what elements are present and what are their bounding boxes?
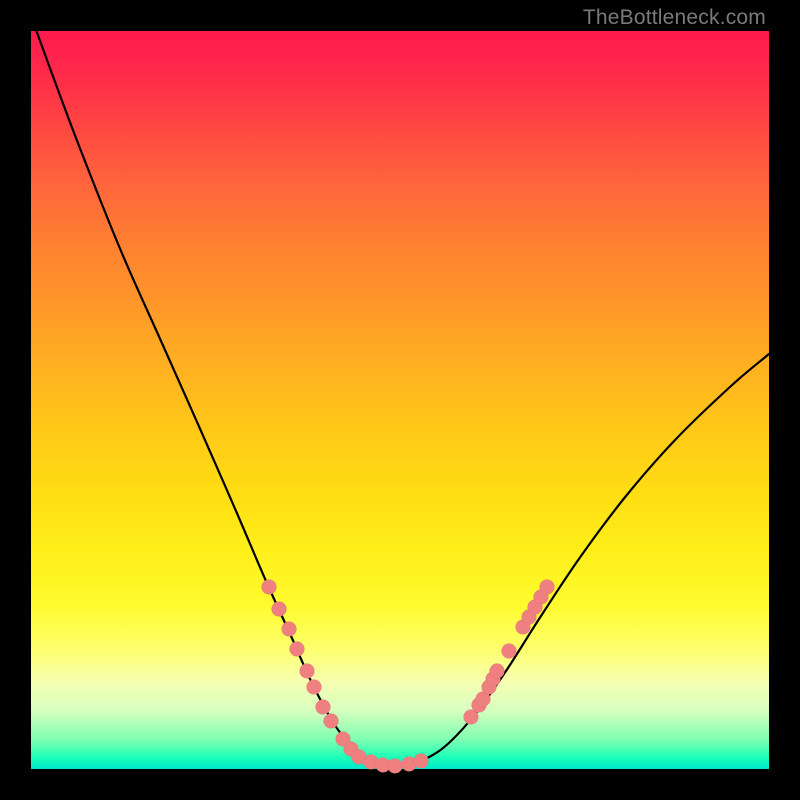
data-dot xyxy=(502,644,517,659)
plot-area xyxy=(31,31,769,769)
data-dot xyxy=(324,714,339,729)
data-dot xyxy=(307,680,322,695)
data-dot xyxy=(282,622,297,637)
data-dots xyxy=(262,580,555,774)
chart-svg xyxy=(31,31,769,769)
curve-right xyxy=(391,354,769,766)
data-dot xyxy=(414,754,429,769)
data-dot xyxy=(272,602,287,617)
outer-frame: TheBottleneck.com xyxy=(0,0,800,800)
data-dot xyxy=(300,664,315,679)
watermark-text: TheBottleneck.com xyxy=(583,6,766,30)
data-dot xyxy=(262,580,277,595)
data-dot xyxy=(388,759,403,774)
data-dot xyxy=(290,642,305,657)
data-dot xyxy=(490,664,505,679)
curve-left xyxy=(31,16,391,766)
data-dot xyxy=(316,700,331,715)
data-dot xyxy=(540,580,555,595)
